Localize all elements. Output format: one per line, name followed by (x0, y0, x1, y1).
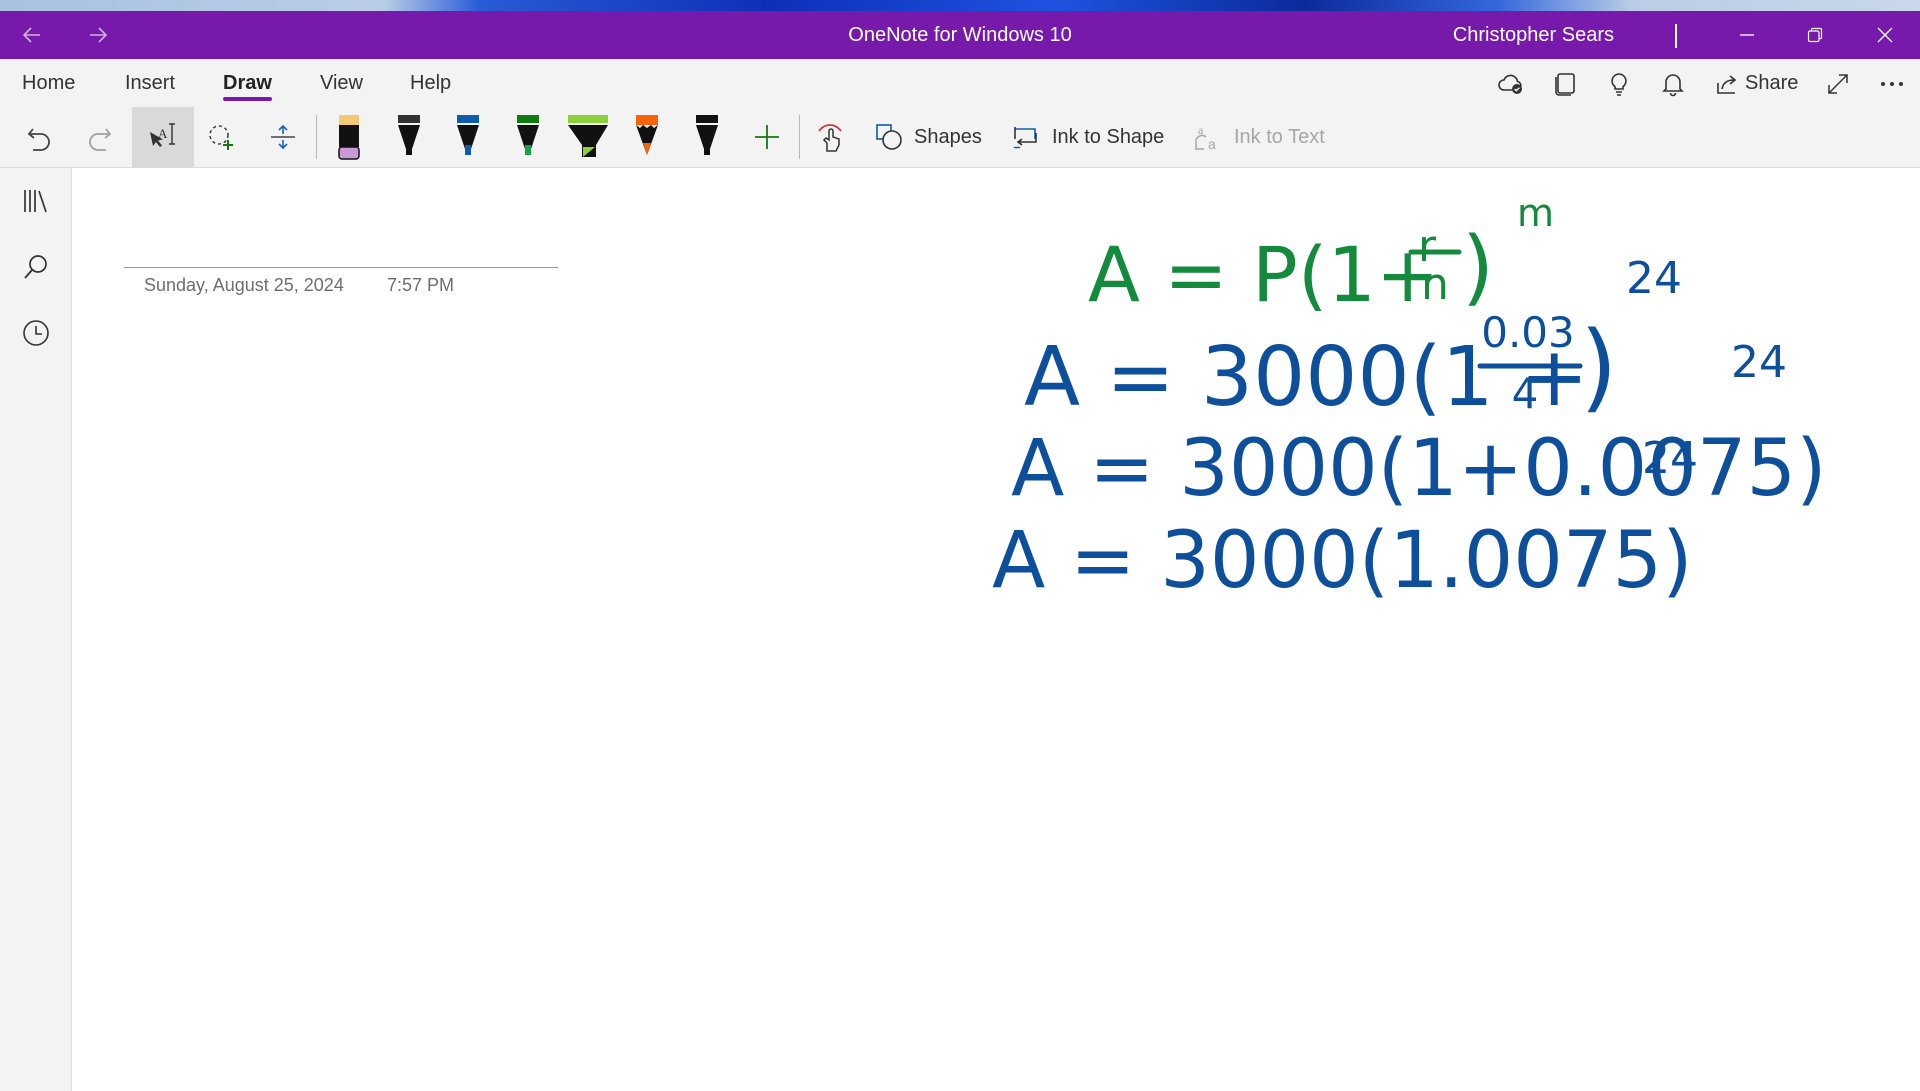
search-icon (24, 255, 47, 279)
tab-insert[interactable]: Insert (125, 59, 175, 107)
shapes-label: Shapes (914, 125, 982, 148)
ink-drawing[interactable]: A = P(1+ r n ) m A = 3000(1 + 0.03 4 ) 2… (72, 168, 1920, 1091)
pen-icon (398, 115, 420, 155)
notebooks-library-icon (24, 190, 47, 213)
svg-text:n: n (1421, 259, 1449, 310)
share-label[interactable]: Share (1745, 59, 1798, 107)
svg-text:m: m (1517, 191, 1554, 235)
fullscreen-icon (1828, 74, 1848, 94)
toolbar-divider (799, 115, 800, 159)
orange-pencil-tool[interactable] (622, 107, 672, 167)
eraser-pen-tool[interactable] (324, 107, 374, 167)
recent-clock-icon (23, 320, 49, 346)
blue-pen-tool[interactable] (443, 107, 493, 167)
shapes-button[interactable]: Shapes (874, 107, 984, 167)
recent-notes-button[interactable] (20, 317, 52, 349)
restore-button[interactable] (1792, 11, 1838, 59)
pencil-icon (636, 115, 658, 155)
share-icon (1717, 75, 1737, 94)
ink-to-text-label: Ink to Text (1234, 125, 1325, 148)
close-icon (1877, 27, 1893, 43)
close-button[interactable] (1862, 11, 1908, 59)
svg-text:24: 24 (1731, 337, 1787, 388)
ink-to-shape-button[interactable]: Ink to Shape (1010, 107, 1170, 167)
lasso-select-button[interactable] (197, 107, 247, 167)
black-pen-2-tool[interactable] (682, 107, 732, 167)
ribbon-tabs: Home Insert Draw View Help Share (0, 59, 1920, 107)
add-pen-icon (755, 125, 779, 149)
tab-draw[interactable]: Draw (223, 59, 272, 107)
ink-line-1[interactable]: A = P(1+ r n ) m (1088, 191, 1554, 319)
highlighter-icon (568, 115, 608, 157)
shapes-icon (876, 124, 902, 150)
svg-text:24: 24 (1626, 253, 1682, 304)
ink-replay-icon (818, 124, 842, 152)
pen-icon (457, 115, 479, 155)
svg-text:A = 3000(1+0.0075): A = 3000(1+0.0075) (1011, 424, 1827, 514)
more-options-button[interactable] (1877, 69, 1907, 99)
minimize-button[interactable] (1724, 11, 1770, 59)
minimize-icon (1740, 34, 1754, 36)
add-pen-button[interactable] (742, 107, 792, 167)
svg-text:4: 4 (1512, 369, 1539, 418)
ink-to-shape-label: Ink to Shape (1052, 125, 1165, 148)
notebooks-icon (1555, 73, 1575, 96)
ink-to-shape-icon (1013, 127, 1037, 149)
insert-space-button[interactable] (258, 107, 308, 167)
type-select-tool[interactable]: A (132, 107, 194, 167)
highlighter-tool[interactable] (562, 107, 614, 167)
ink-to-text-icon: aa (1195, 123, 1216, 152)
title-bar: OneNote for Windows 10 Christopher Sears (0, 11, 1920, 59)
ink-replay-button[interactable] (806, 107, 856, 167)
undo-button[interactable] (14, 107, 64, 167)
type-select-tool-icon: A (150, 123, 175, 147)
lasso-select-icon (209, 125, 233, 150)
draw-toolbar: A Shapes Ink to Shape aa Ink to Text (0, 107, 1920, 168)
svg-text:a: a (1208, 136, 1216, 152)
user-name[interactable]: Christopher Sears (1453, 11, 1614, 59)
notebooks-button[interactable] (1550, 69, 1580, 99)
bell-icon (1662, 74, 1684, 97)
titlebar-divider (1675, 24, 1677, 48)
undo-icon (27, 128, 50, 151)
redo-icon (89, 128, 112, 151)
tell-me-button[interactable] (1604, 69, 1634, 99)
toolbar-divider (316, 115, 317, 159)
svg-text:24: 24 (1642, 433, 1698, 484)
svg-text:): ) (1580, 311, 1617, 423)
svg-text:A = P(1+: A = P(1+ (1088, 230, 1440, 319)
svg-text:A: A (158, 126, 168, 141)
lightbulb-icon (1611, 73, 1627, 96)
tab-help[interactable]: Help (410, 59, 451, 107)
pen-icon (696, 115, 718, 155)
page-canvas[interactable]: Sunday, August 25, 2024 7:57 PM A = P(1+… (72, 168, 1920, 1091)
share-button[interactable] (1712, 69, 1742, 99)
app-title: OneNote for Windows 10 (848, 24, 1072, 46)
insert-space-icon (271, 124, 295, 150)
tab-view[interactable]: View (320, 59, 363, 107)
ink-to-text-button[interactable]: aa Ink to Text (1192, 107, 1342, 167)
svg-text:A = 3000(1.0075): A = 3000(1.0075) (992, 516, 1693, 606)
tab-home[interactable]: Home (22, 59, 75, 107)
black-pen-tool[interactable] (384, 107, 434, 167)
pen-icon (517, 115, 539, 155)
desktop-wallpaper (0, 0, 1920, 11)
left-navigation (0, 168, 72, 1091)
sync-status-button[interactable] (1496, 69, 1526, 99)
fullscreen-button[interactable] (1823, 69, 1853, 99)
restore-icon (1807, 27, 1823, 43)
search-button[interactable] (20, 251, 52, 283)
notebooks-library-button[interactable] (20, 185, 52, 217)
eraser-icon (338, 115, 360, 160)
more-icon (1881, 82, 1903, 86)
svg-text:): ) (1462, 220, 1494, 315)
sync-status-icon (1498, 74, 1522, 94)
svg-text:0.03: 0.03 (1481, 308, 1575, 357)
notifications-button[interactable] (1658, 69, 1688, 99)
green-pen-tool[interactable] (503, 107, 553, 167)
redo-button[interactable] (75, 107, 125, 167)
